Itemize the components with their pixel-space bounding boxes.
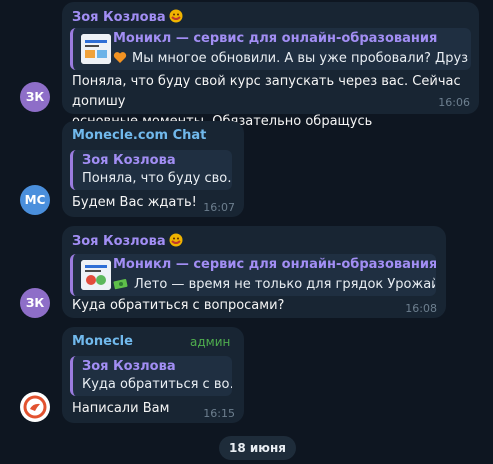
sender-name[interactable]: Monecle — [72, 334, 133, 349]
quote-title: Зоя Козлова — [82, 153, 176, 168]
sender-name[interactable]: Зоя Козлова — [72, 9, 183, 25]
reply-quote[interactable]: Моникл — сервис для онлайн-образования М… — [70, 28, 471, 70]
message-row: Monecle.com Chat Зоя Козлова Поняла, что… — [0, 118, 493, 222]
avatar[interactable]: ЗК — [20, 82, 50, 112]
avatar[interactable]: ЗК — [20, 288, 50, 318]
message-time: 16:07 — [203, 201, 235, 214]
message-text: Будем Вас ждать! — [72, 195, 197, 210]
money-icon — [113, 277, 129, 294]
message-text: Написали Вам — [72, 401, 170, 416]
quote-title: Зоя Козлова — [82, 359, 176, 374]
sender-name[interactable]: Зоя Козлова — [72, 233, 183, 249]
quote-title: Моникл — сервис для онлайн-образования — [113, 31, 438, 46]
quote-thumbnail — [81, 260, 111, 290]
sender-emoji-status-icon — [169, 233, 183, 247]
message-bubble[interactable]: Зоя Козлова Моникл — сервис для онлайн-о… — [62, 226, 446, 318]
reply-quote[interactable]: Моникл — сервис для онлайн-образования Л… — [70, 254, 436, 296]
quote-text: Лето — время не только для грядок Урожай… — [113, 277, 435, 294]
quote-text: Куда обратиться с во… — [82, 377, 232, 392]
message-bubble[interactable]: Monecle админ Зоя Козлова Куда обратитьс… — [62, 327, 244, 423]
quote-text: Мы многое обновили. А вы уже пробовали? … — [113, 51, 468, 68]
message-bubble[interactable]: Зоя Козлова Моникл — сервис для онлайн-о… — [62, 2, 479, 129]
reply-quote[interactable]: Зоя Козлова Куда обратиться с во… — [70, 356, 232, 396]
sender-name[interactable]: Monecle.com Chat — [72, 128, 206, 143]
quote-title: Моникл — сервис для онлайн-образования — [113, 257, 436, 272]
message-time: 16:06 — [438, 96, 470, 109]
quote-text: Поняла, что буду сво… — [82, 171, 232, 186]
orange-heart-icon — [113, 51, 127, 68]
sender-emoji-status-icon — [169, 9, 183, 23]
avatar[interactable] — [20, 392, 50, 422]
quote-thumbnail — [81, 34, 111, 64]
message-bubble[interactable]: Monecle.com Chat Зоя Козлова Поняла, что… — [62, 121, 244, 217]
admin-badge: админ — [190, 335, 231, 349]
date-divider: 18 июня — [219, 436, 296, 460]
reply-quote[interactable]: Зоя Козлова Поняла, что буду сво… — [70, 150, 232, 190]
avatar[interactable]: MC — [20, 185, 50, 215]
message-text: Куда обратиться с вопросами? — [72, 298, 285, 313]
monecle-logo-icon — [23, 395, 47, 419]
message-time: 16:15 — [203, 407, 235, 420]
message-time: 16:08 — [405, 302, 437, 315]
message-row: Monecle админ Зоя Козлова Куда обратитьс… — [0, 324, 493, 428]
message-row: Зоя Козлова Моникл — сервис для онлайн-о… — [0, 0, 493, 129]
message-row: Зоя Козлова Моникл — сервис для онлайн-о… — [0, 222, 493, 322]
